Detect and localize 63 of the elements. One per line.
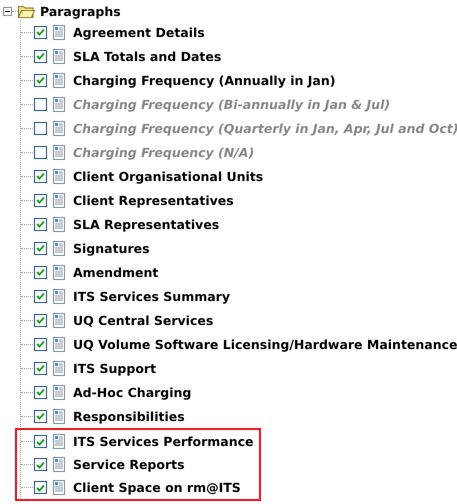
document-icon: [53, 72, 65, 88]
document-icon: [53, 360, 65, 376]
checkbox[interactable]: [34, 435, 47, 448]
document-icon: [53, 384, 65, 400]
document-icon: [53, 434, 65, 449]
document-icon: [53, 120, 65, 136]
tree-item-label[interactable]: Charging Frequency (Bi-annually in Jan & Jul): [73, 96, 390, 112]
tree-item-label[interactable]: Client Organisational Units: [73, 168, 264, 184]
document-icon: [53, 457, 65, 472]
checkbox[interactable]: [34, 290, 47, 302]
checkbox[interactable]: [34, 50, 47, 62]
document-icon: [53, 192, 65, 208]
checkbox[interactable]: [34, 98, 47, 110]
checkbox[interactable]: [34, 338, 47, 350]
tree-item-label[interactable]: ITS Services Performance: [73, 434, 254, 449]
checkbox[interactable]: [34, 194, 47, 206]
checkbox[interactable]: [34, 314, 47, 326]
checkbox[interactable]: [34, 26, 47, 38]
tree-item-label[interactable]: ITS Support: [73, 360, 156, 376]
checkbox[interactable]: [34, 242, 47, 254]
document-icon: [53, 48, 65, 64]
tree-item-label[interactable]: Service Reports: [73, 457, 185, 472]
tree-item-label[interactable]: Client Representatives: [73, 192, 234, 208]
checkbox[interactable]: [34, 146, 47, 158]
document-icon: [53, 168, 65, 184]
checkbox[interactable]: [34, 410, 47, 422]
checkbox[interactable]: [34, 74, 47, 86]
tree-item-label[interactable]: UQ Volume Software Licensing/Hardware Maintenance: [73, 336, 457, 352]
checkbox[interactable]: [34, 122, 47, 134]
tree-item-label[interactable]: Amendment: [73, 264, 158, 280]
tree-item-label[interactable]: Signatures: [73, 240, 150, 256]
document-icon: [53, 336, 65, 352]
tree-item-label[interactable]: UQ Central Services: [73, 312, 214, 328]
tree-item-label[interactable]: Charging Frequency (N/A): [73, 144, 254, 160]
document-icon: [53, 240, 65, 256]
checkbox[interactable]: [34, 266, 47, 278]
document-icon: [53, 264, 65, 280]
document-icon: [53, 96, 65, 112]
checkbox[interactable]: [34, 386, 47, 398]
document-icon: [53, 480, 65, 495]
document-icon: [53, 288, 65, 304]
tree-item-label[interactable]: Charging Frequency (Quarterly in Jan, Apr, Jul and Oct): [73, 120, 457, 136]
document-icon: [53, 24, 65, 40]
checkbox[interactable]: [34, 458, 47, 471]
document-icon: [53, 144, 65, 160]
collapse-icon[interactable]: [3, 6, 12, 16]
checkbox[interactable]: [34, 481, 47, 494]
document-icon: [53, 408, 65, 424]
checkbox[interactable]: [34, 218, 47, 230]
tree-item-label[interactable]: SLA Representatives: [73, 216, 220, 232]
folder-icon: [18, 4, 35, 18]
tree-item-label[interactable]: Ad-Hoc Charging: [73, 384, 192, 400]
document-icon: [53, 216, 65, 232]
tree-item-label[interactable]: Responsibilities: [73, 408, 185, 424]
tree-item-label[interactable]: Charging Frequency (Annually in Jan): [73, 72, 336, 88]
tree-item-label[interactable]: ITS Services Summary: [73, 288, 230, 304]
tree-node-label[interactable]: Paragraphs: [40, 4, 121, 18]
checkbox[interactable]: [34, 362, 47, 374]
tree-item-label[interactable]: SLA Totals and Dates: [73, 48, 222, 64]
tree-item-label[interactable]: Agreement Details: [73, 24, 205, 40]
checkbox[interactable]: [34, 170, 47, 182]
document-icon: [53, 312, 65, 328]
tree-item-label[interactable]: Client Space on rm@ITS: [73, 480, 241, 495]
